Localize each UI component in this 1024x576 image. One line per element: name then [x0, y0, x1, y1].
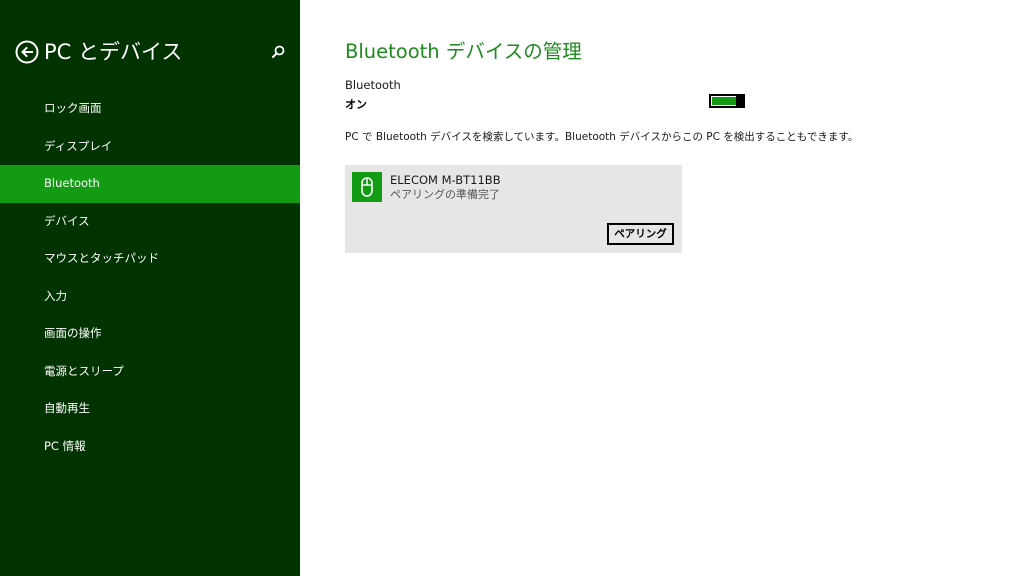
toggle-track [712, 97, 736, 105]
sidebar-item-pc-info[interactable]: PC 情報 [0, 428, 300, 466]
search-description: PC で Bluetooth デバイスを検索しています。Bluetooth デバ… [345, 131, 859, 143]
sidebar-item-input[interactable]: 入力 [0, 278, 300, 316]
device-name: ELECOM M-BT11BB [390, 173, 501, 187]
sidebar-item-mouse-touchpad[interactable]: マウスとタッチパッド [0, 240, 300, 278]
sidebar-title: PC とデバイス [44, 40, 183, 64]
bluetooth-toggle[interactable] [709, 94, 745, 108]
sidebar-item-screen-operation[interactable]: 画面の操作 [0, 315, 300, 353]
mouse-icon [352, 172, 382, 202]
device-card[interactable]: ELECOM M-BT11BB ペアリングの準備完了 ペアリング [345, 165, 682, 253]
bluetooth-state-label: オン [345, 98, 367, 111]
toggle-thumb [736, 94, 745, 108]
sidebar-item-devices[interactable]: デバイス [0, 203, 300, 241]
sidebar-item-power-sleep[interactable]: 電源とスリープ [0, 353, 300, 391]
sidebar-item-display[interactable]: ディスプレイ [0, 128, 300, 166]
pair-button[interactable]: ペアリング [607, 223, 674, 245]
sidebar-item-autoplay[interactable]: 自動再生 [0, 390, 300, 428]
pc-settings-app: PC とデバイス ロック画面 ディスプレイ Bluetooth デバイス マウス… [0, 0, 1024, 576]
back-arrow-icon[interactable] [15, 40, 39, 64]
search-icon[interactable] [270, 44, 286, 60]
bluetooth-label: Bluetooth [345, 78, 401, 92]
page-title: Bluetooth デバイスの管理 [345, 40, 582, 63]
sidebar-item-bluetooth[interactable]: Bluetooth [0, 165, 300, 203]
sidebar-header: PC とデバイス [0, 0, 300, 100]
sidebar-item-lock-screen[interactable]: ロック画面 [0, 90, 300, 128]
main-content: Bluetooth デバイスの管理 Bluetooth オン PC で Blue… [300, 0, 1024, 576]
sidebar-nav: ロック画面 ディスプレイ Bluetooth デバイス マウスとタッチパッド 入… [0, 90, 300, 465]
device-status: ペアリングの準備完了 [390, 188, 500, 201]
sidebar: PC とデバイス ロック画面 ディスプレイ Bluetooth デバイス マウス… [0, 0, 300, 576]
